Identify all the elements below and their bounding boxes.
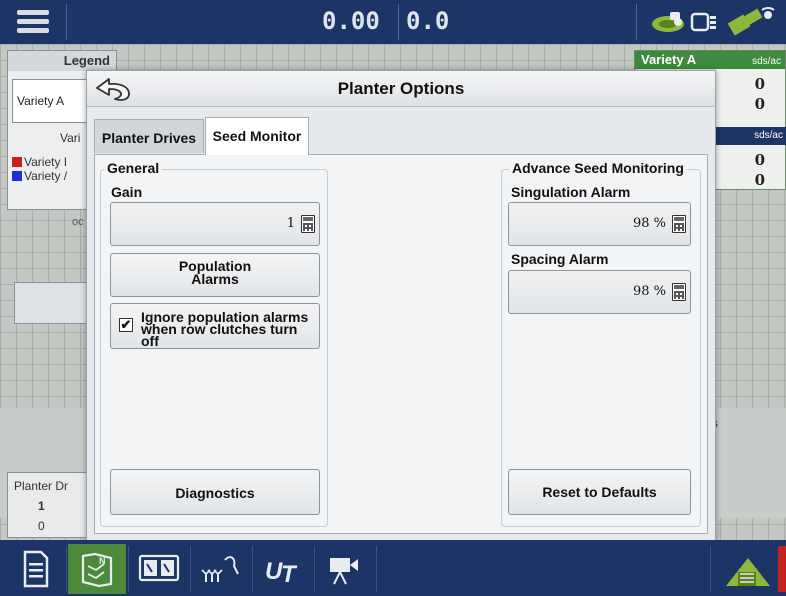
singulation-alarm-value: 98 % [632, 216, 666, 231]
divider [710, 546, 711, 592]
variety-value: 0 [754, 171, 765, 189]
general-group-label: General [104, 160, 163, 176]
svg-text:T: T [281, 561, 298, 588]
legend-row: Variety / [12, 169, 67, 183]
reset-to-defaults-button[interactable]: Reset to Defaults [508, 469, 691, 515]
planter-options-dialog: Planter Options Planter Drives Seed Moni… [86, 70, 716, 542]
menu-icon[interactable] [7, 5, 59, 39]
variety-panel-unit: sds/ac [752, 56, 781, 67]
dialog-title: Planter Options [337, 79, 465, 98]
planter-drives-subvalue: 0 [38, 519, 45, 533]
ut-icon[interactable]: U T [254, 544, 312, 594]
advance-seed-monitoring-label: Advance Seed Monitoring [509, 160, 687, 176]
divider [398, 4, 399, 40]
planter-drives-title: Planter Dr [14, 479, 69, 493]
tab-planter-drives[interactable]: Planter Drives [94, 119, 204, 153]
planter-drives-panel[interactable]: Planter Dr 1 0 [7, 472, 91, 538]
divider [128, 546, 129, 592]
spacing-alarm-label: Spacing Alarm [511, 251, 609, 267]
top-bar: 0.00 0.0 [0, 0, 786, 44]
variety-panel-header: Variety A sds/ac [635, 51, 785, 69]
population-alarms-button[interactable]: Population Alarms [110, 253, 320, 297]
speed-readout: 0.00 [322, 7, 380, 35]
bottom-toolbar: N U T [0, 540, 786, 596]
status-icons [640, 6, 780, 38]
area-readout: 0.0 [406, 7, 450, 35]
blue-swatch-icon [12, 171, 22, 181]
ignore-alarms-label: Ignore population alarms when row clutch… [141, 309, 309, 349]
variety-panel-title: Variety A [641, 52, 697, 67]
ignore-alarms-checkbox[interactable]: ✔ [119, 318, 133, 332]
gain-value: 1 [286, 216, 295, 231]
divider [66, 4, 67, 40]
split-view-icon[interactable] [130, 544, 188, 594]
legend-row: Variety I [12, 155, 67, 169]
alert-strip [778, 546, 786, 592]
calculator-icon [672, 215, 686, 233]
svg-text:N: N [99, 556, 106, 566]
field-map-icon[interactable]: N [68, 544, 126, 594]
population-alarms-label: Alarms [191, 271, 239, 287]
diagnostics-button[interactable]: Diagnostics [110, 469, 320, 515]
legend-row-label: Variety / [24, 169, 68, 183]
seed-plants-icon[interactable] [192, 544, 250, 594]
divider [190, 546, 191, 592]
gps-satellite-icon[interactable] [727, 7, 775, 36]
legend-subtitle: Vari [60, 131, 81, 145]
singulation-alarm-label: Singulation Alarm [511, 184, 631, 200]
legend-small-text: oc [72, 216, 84, 228]
spacing-alarm-value: 98 % [632, 284, 666, 299]
red-swatch-icon [12, 157, 22, 167]
connection-icon[interactable] [690, 12, 716, 32]
home-building-icon[interactable] [716, 544, 774, 594]
legend-title: Legend [8, 51, 116, 71]
variety-value: 0 [754, 75, 765, 93]
calculator-icon [672, 283, 686, 301]
ignore-population-alarms-option[interactable]: ✔ Ignore population alarms when row clut… [110, 303, 320, 349]
divider [636, 4, 637, 40]
planter-drives-value: 1 [38, 499, 45, 513]
calculator-icon [301, 215, 315, 233]
divider [252, 546, 253, 592]
divider [66, 546, 67, 592]
camera-icon[interactable] [316, 544, 374, 594]
tab-seed-monitor[interactable]: Seed Monitor [205, 117, 309, 155]
field-tractor-icon[interactable] [652, 12, 684, 32]
document-icon[interactable] [6, 544, 64, 594]
legend-row-label: Variety I [24, 155, 68, 169]
gain-field[interactable]: 1 [110, 202, 320, 246]
variety-value: 0 [754, 95, 765, 113]
dialog-header: Planter Options [87, 71, 715, 107]
variety-value: 0 [754, 151, 765, 169]
divider [376, 546, 377, 592]
spacing-alarm-field[interactable]: 98 % [508, 270, 691, 314]
divider [314, 546, 315, 592]
singulation-alarm-field[interactable]: 98 % [508, 202, 691, 246]
gain-label: Gain [111, 184, 143, 200]
